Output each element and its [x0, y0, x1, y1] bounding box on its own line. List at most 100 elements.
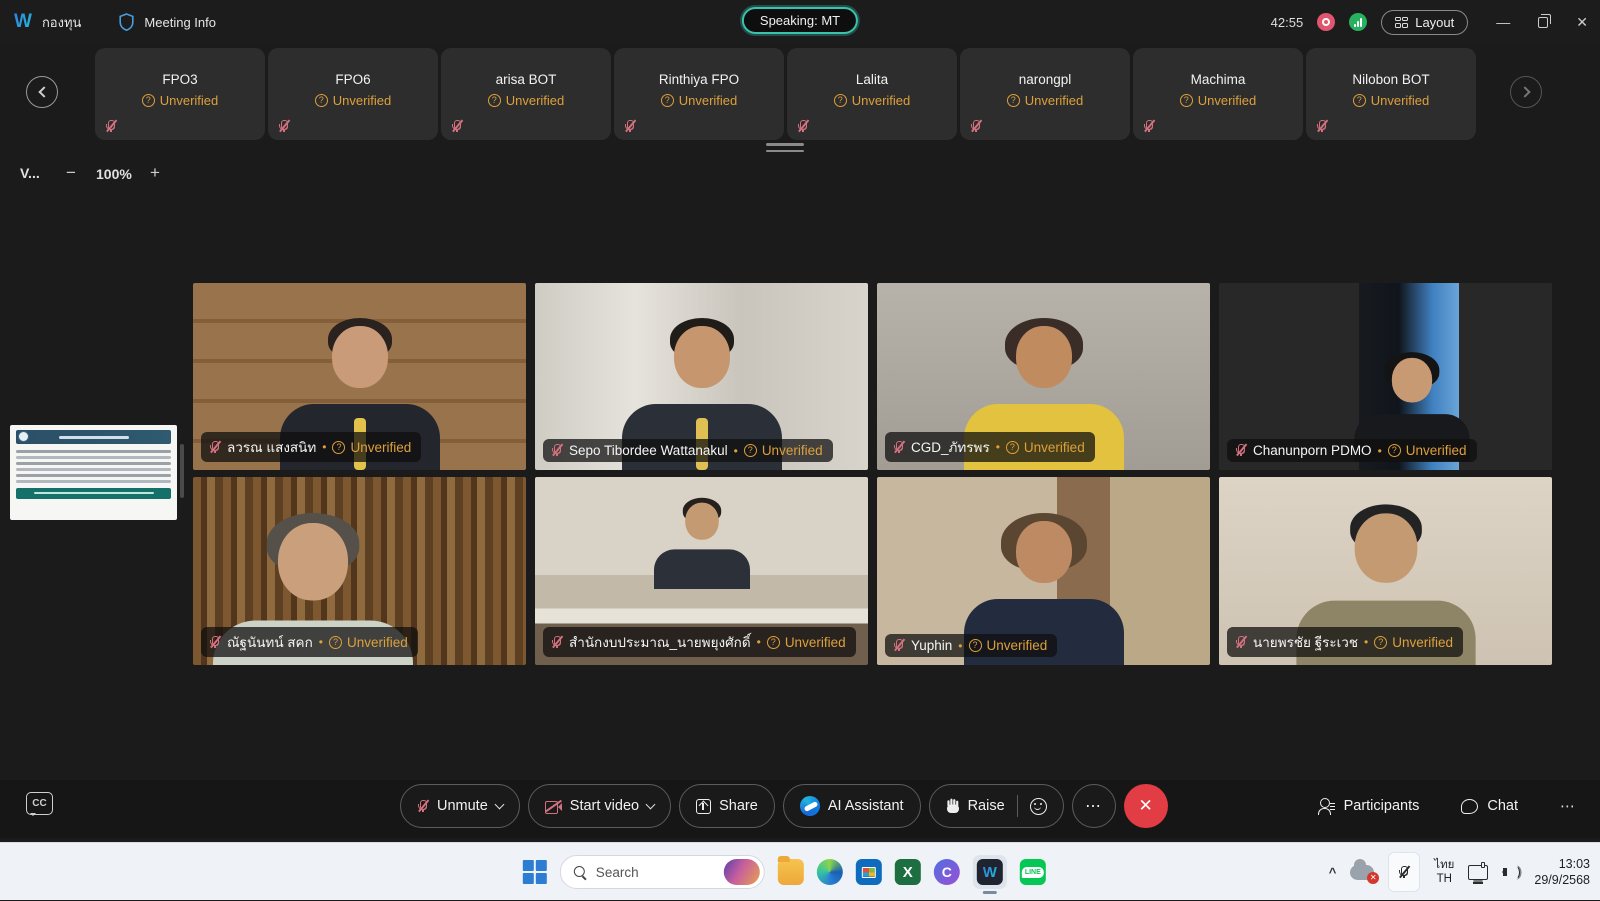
start-button[interactable] [523, 860, 547, 884]
unverified-badge: ?Unverified [332, 440, 411, 455]
leave-meeting-button[interactable]: ✕ [1124, 784, 1168, 828]
filmstrip-tile[interactable]: Rinthiya FPO ?Unverified [614, 48, 784, 140]
mic-muted-icon [1235, 635, 1247, 650]
unverified-badge: ?Unverified [329, 635, 408, 650]
unverified-badge: ?Unverified [787, 93, 957, 108]
zoom-out-button[interactable]: − [66, 163, 76, 183]
video-tile[interactable]: นายพรชัย ฐีระเวช • ?Unverified [1219, 477, 1552, 665]
browser-c-icon[interactable]: C [934, 859, 960, 885]
hidden-icons-chevron[interactable]: ^ [1329, 865, 1337, 880]
microsoft-store-icon[interactable] [856, 859, 882, 885]
start-video-button[interactable]: Start video [528, 784, 671, 828]
unverified-badge: ?Unverified [1006, 440, 1085, 455]
shared-document-thumbnail[interactable] [10, 425, 177, 520]
filmstrip-tile[interactable]: narongpl ?Unverified [960, 48, 1130, 140]
unmute-label: Unmute [437, 798, 488, 814]
language-indicator[interactable]: ไทยTH [1434, 858, 1454, 887]
participants-button[interactable]: Participants [1318, 798, 1420, 815]
unverified-badge: ?Unverified [744, 443, 823, 458]
connection-quality-icon[interactable] [1349, 13, 1367, 31]
divider [1017, 795, 1018, 817]
minimize-button[interactable]: — [1496, 14, 1510, 30]
webex-icon[interactable]: W [977, 859, 1003, 885]
closed-captions-button[interactable]: CC [26, 792, 53, 815]
question-icon: ? [329, 636, 342, 649]
tray-mic-muted-button[interactable] [1388, 852, 1420, 892]
zoom-in-button[interactable]: + [150, 163, 160, 183]
file-explorer-icon[interactable] [778, 859, 804, 885]
mic-muted-icon [105, 119, 117, 134]
video-tile[interactable]: สำนักงบประมาณ_นายพยุงศักดิ์ • ?Unverifie… [535, 477, 868, 665]
panel-scrollbar[interactable] [180, 444, 184, 498]
view-menu-button[interactable]: V... [20, 165, 40, 181]
doc-text-lines [16, 450, 171, 483]
reactions-icon[interactable] [1030, 798, 1047, 815]
layout-button-label: Layout [1415, 15, 1454, 30]
participant-label: Yuphin • ?Unverified [885, 634, 1057, 657]
filmstrip-tile[interactable]: FPO3 ?Unverified [95, 48, 265, 140]
video-tile[interactable]: ลวรณ แสงสนิท • ?Unverified [193, 283, 526, 470]
excel-icon[interactable]: X [895, 859, 921, 885]
raise-hand-button[interactable]: Raise [929, 784, 1064, 828]
mic-muted-icon [1235, 443, 1247, 458]
filmstrip-tile[interactable]: Lalita ?Unverified [787, 48, 957, 140]
restore-button[interactable] [1538, 17, 1548, 28]
share-button[interactable]: Share [679, 784, 775, 828]
ai-assistant-button[interactable]: AI Assistant [783, 784, 921, 828]
unmute-button[interactable]: Unmute [400, 784, 520, 828]
recording-indicator-icon[interactable] [1317, 13, 1335, 31]
close-button[interactable]: ✕ [1576, 14, 1588, 31]
meeting-info-button[interactable]: Meeting Info [144, 15, 216, 30]
zoom-level: 100% [96, 166, 132, 182]
filmstrip-tile[interactable]: Machima ?Unverified [1133, 48, 1303, 140]
webex-app-active[interactable]: W [973, 855, 1007, 889]
chevron-down-icon[interactable] [646, 800, 656, 810]
start-video-label: Start video [570, 798, 639, 814]
filmstrip-tile[interactable]: Nilobon BOT ?Unverified [1306, 48, 1476, 140]
layout-button[interactable]: Layout [1381, 10, 1468, 35]
participant-name: ลวรณ แสงสนิท [227, 436, 316, 458]
taskbar-search-box[interactable]: Search [560, 855, 765, 889]
unverified-badge: ?Unverified [614, 93, 784, 108]
video-tile[interactable]: Yuphin • ?Unverified [877, 477, 1210, 665]
search-daily-image[interactable] [724, 859, 760, 885]
question-icon: ? [332, 441, 345, 454]
question-icon: ? [744, 444, 757, 457]
video-tile[interactable]: Chanunporn PDMO • ?Unverified [1219, 283, 1552, 470]
video-tile[interactable]: Sepo Tibordee Wattanakul • ?Unverified [535, 283, 868, 470]
filmstrip-resize-handle[interactable] [766, 143, 804, 156]
chat-label: Chat [1487, 798, 1518, 814]
participant-name: Rinthiya FPO [614, 72, 784, 87]
filmstrip-next-button[interactable] [1510, 76, 1542, 108]
volume-icon[interactable] [1502, 864, 1520, 880]
line-app-icon[interactable]: LINE [1020, 859, 1046, 885]
more-options-button[interactable]: ⋯ [1072, 784, 1116, 828]
chat-button[interactable]: Chat [1461, 798, 1518, 814]
participant-name: สำนักงบประมาณ_นายพยุงศักดิ์ [569, 631, 751, 653]
chevron-down-icon[interactable] [494, 800, 504, 810]
video-tile[interactable]: CGD_ภัทรพร • ?Unverified [877, 283, 1210, 470]
filmstrip-prev-button[interactable] [26, 76, 58, 108]
edge-browser-icon[interactable] [817, 859, 843, 885]
question-icon: ? [1374, 636, 1387, 649]
clock[interactable]: 13:0329/9/2568 [1534, 856, 1590, 889]
mic-muted-icon [1316, 119, 1328, 134]
mic-muted-icon [551, 443, 563, 458]
question-icon: ? [1353, 94, 1366, 107]
error-badge: ✕ [1367, 872, 1379, 884]
panel-more-button[interactable]: ⋯ [1560, 797, 1576, 815]
meeting-title-bar: W กองทุน Meeting Info Speaking: MT 42:55… [0, 0, 1600, 44]
video-tile[interactable]: ณัฐนันทน์ สคก • ?Unverified [193, 477, 526, 665]
unverified-badge: ?Unverified [960, 93, 1130, 108]
filmstrip-tile[interactable]: FPO6 ?Unverified [268, 48, 438, 140]
chat-icon [1461, 799, 1478, 814]
filmstrip-tile[interactable]: arisa BOT ?Unverified [441, 48, 611, 140]
mic-muted-icon [209, 635, 221, 650]
camera-off-icon [545, 800, 562, 813]
network-icon[interactable] [1468, 865, 1488, 880]
security-shield-icon[interactable] [119, 13, 134, 31]
participant-name: narongpl [960, 72, 1130, 87]
onedrive-error-icon[interactable]: ✕ [1350, 865, 1374, 880]
unverified-badge: ?Unverified [969, 638, 1048, 653]
participant-label: Sepo Tibordee Wattanakul • ?Unverified [543, 439, 833, 462]
